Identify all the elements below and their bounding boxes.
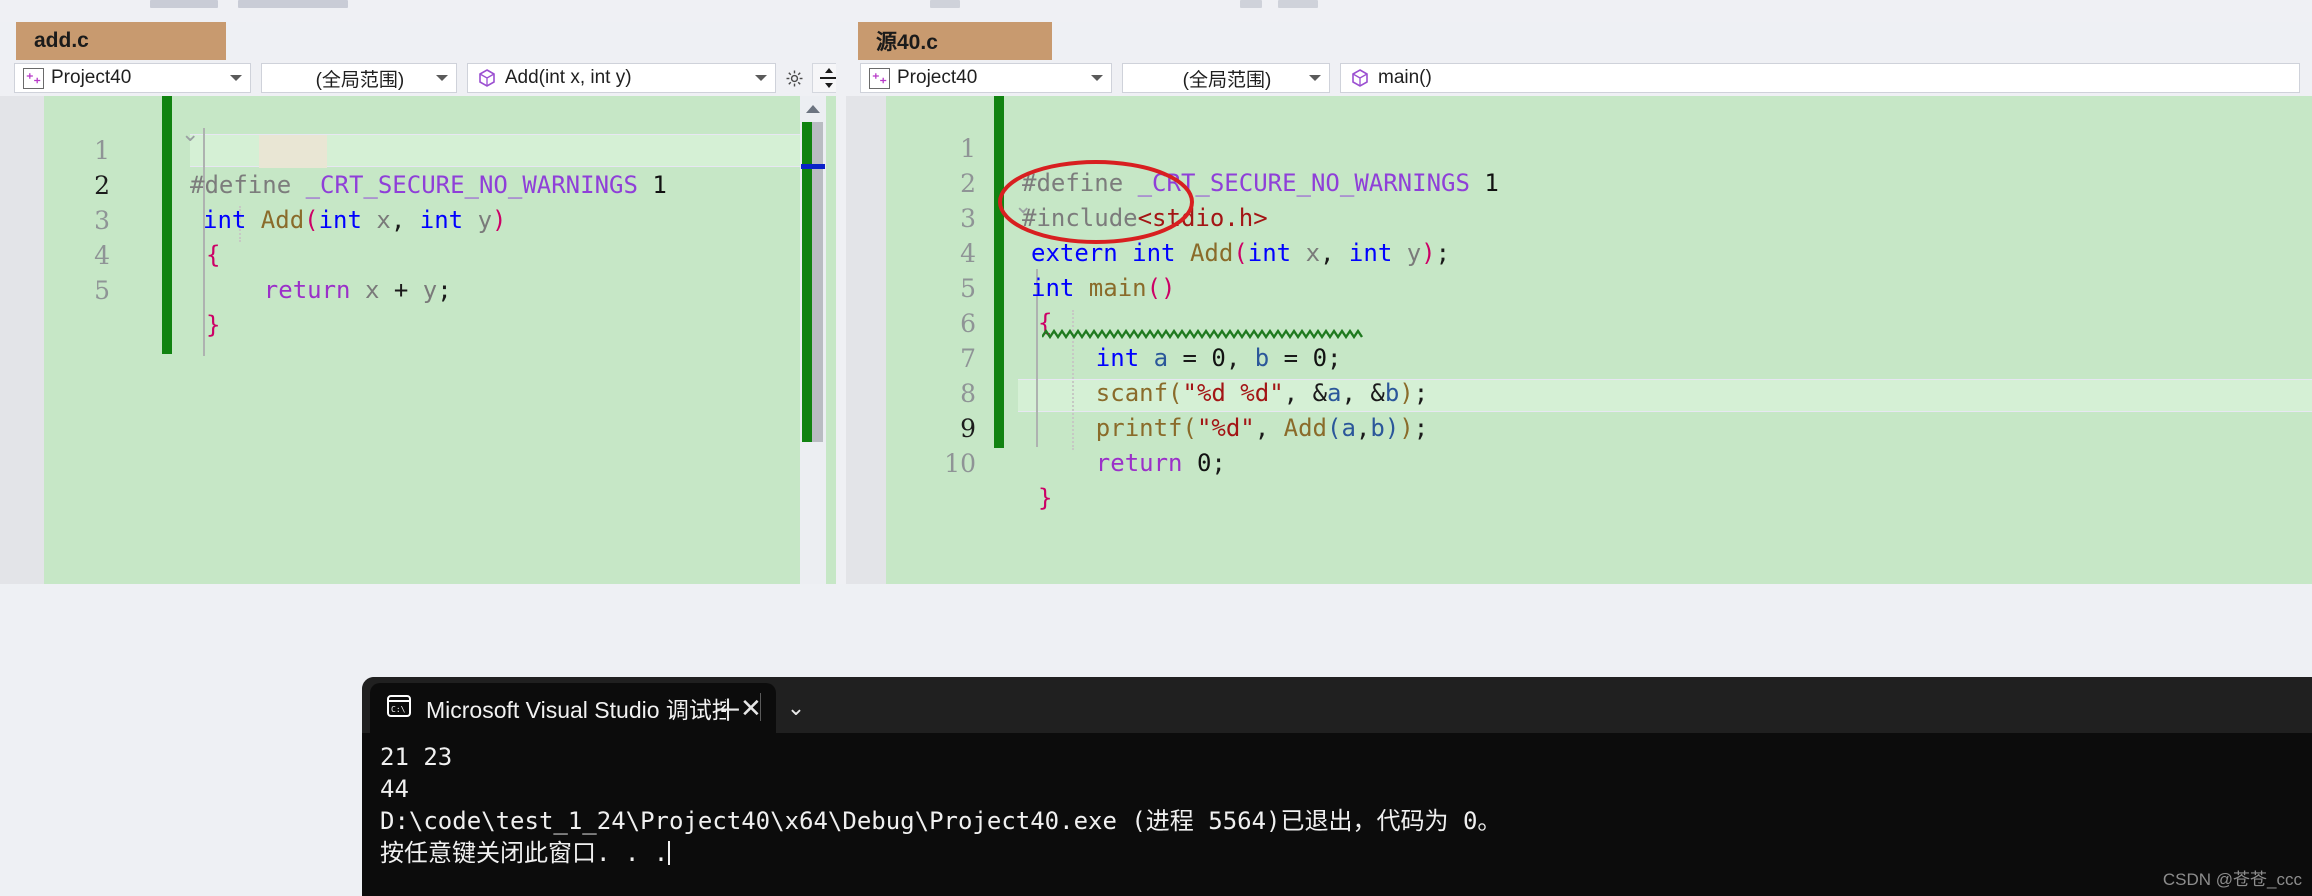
text-cursor: [668, 841, 671, 865]
chevron-down-icon: [230, 75, 243, 81]
svg-text:C:\: C:\: [391, 705, 406, 714]
left-scope-label: (全局范围): [315, 69, 405, 91]
code-line: 4 int main(): [846, 201, 2312, 302]
right-navigation-bar: ⁺₊ Project40 (全局范围) main(): [846, 60, 2312, 96]
line-content: return x + y;: [206, 276, 452, 304]
tab-add-c-label: add.c: [34, 29, 89, 52]
left-member-label: Add(int x, int y): [504, 67, 632, 88]
editor-pane-left: ⁺₊ Project40 (全局范围) Add(int x, int y) ⌄ …: [0, 60, 846, 584]
left-scope-dropdown[interactable]: (全局范围): [261, 63, 457, 93]
console-icon: C:\: [386, 693, 412, 724]
console-line: 按任意键关闭此窗口. . .: [380, 839, 669, 867]
toolbar-strip: [0, 0, 2312, 22]
code-line: 7 scanf("%d %d", &a, &b);: [846, 306, 2312, 407]
code-line: 2 #include<stdio.h>: [846, 131, 2312, 232]
left-navigation-bar: ⁺₊ Project40 (全局范围) Add(int x, int y): [0, 60, 846, 96]
console-titlebar: C:\ Microsoft Visual Studio 调试控 ✕ ＋ ⌄: [362, 677, 2312, 733]
code-line: 4 return x + y;: [0, 203, 846, 304]
code-line: 9 return 0;: [846, 376, 2312, 477]
console-window: C:\ Microsoft Visual Studio 调试控 ✕ ＋ ⌄ 21…: [362, 677, 2312, 896]
code-line: 1 #define _CRT_SECURE_NO_WARNINGS 1: [0, 98, 846, 199]
left-project-dropdown[interactable]: ⁺₊ Project40: [14, 63, 252, 93]
line-content: }: [1038, 484, 1053, 512]
right-project-dropdown[interactable]: ⁺₊ Project40: [860, 63, 1112, 93]
code-line: 3 {: [0, 168, 846, 269]
code-line: 1 #define _CRT_SECURE_NO_WARNINGS 1: [846, 96, 2312, 197]
line-content: return 0;: [1095, 449, 1226, 477]
code-line: 8 printf("%d", Add(a,b));: [846, 341, 2312, 442]
toolbar-ghost-5: [1278, 0, 1318, 8]
right-member-label: main(): [1378, 67, 1432, 88]
tab-source40-c-label: 源40.c: [876, 31, 938, 54]
tab-add-c[interactable]: add.c: [16, 22, 226, 60]
chevron-down-icon: [1309, 75, 1321, 81]
left-vertical-scrollbar[interactable]: [800, 96, 826, 584]
tab-source40-c[interactable]: 源40.c: [858, 22, 1052, 60]
gear-icon[interactable]: [780, 63, 808, 93]
right-scope-label: (全局范围): [1182, 69, 1272, 91]
console-output[interactable]: 21 23 44 D:\code\test_1_24\Project40\x64…: [362, 733, 2312, 896]
scrollbar-change-mark: [802, 122, 812, 442]
right-code-lines: 1 #define _CRT_SECURE_NO_WARNINGS 1 2 #i…: [846, 96, 2312, 584]
code-line: 2 int Add(int x, int y): [0, 133, 846, 234]
code-line: 10 }: [846, 411, 2312, 512]
pane-splitter[interactable]: [836, 60, 846, 584]
chevron-down-icon: [1091, 75, 1103, 81]
code-line: 5 {: [846, 236, 2312, 337]
right-member-dropdown[interactable]: main(): [1340, 63, 2300, 93]
left-project-label: Project40: [51, 67, 132, 88]
console-line-with-cursor: 按任意键关闭此窗口. . .: [380, 837, 2312, 869]
toolbar-ghost-4: [1240, 0, 1262, 8]
toolbar-ghost-2: [238, 0, 348, 8]
project-icon: ⁺₊: [869, 67, 890, 89]
toolbar-ghost-1: [150, 0, 218, 8]
plus-icon[interactable]: ＋: [708, 691, 748, 728]
tab-strip-background: [0, 22, 2312, 60]
line-content: }: [206, 311, 221, 339]
code-line: 6 int a = 0, b = 0;: [846, 271, 2312, 372]
right-project-label: Project40: [897, 67, 978, 88]
left-member-dropdown[interactable]: Add(int x, int y): [466, 63, 776, 93]
watermark: CSDN @苍苍_ccc: [2162, 870, 2302, 889]
right-code-area[interactable]: ⌄ 1 #define _CRT_SECURE_NO_WARNINGS 1 2 …: [846, 96, 2312, 584]
project-icon: ⁺₊: [23, 67, 44, 89]
method-cube-icon: [476, 67, 498, 89]
console-line: D:\code\test_1_24\Project40\x64\Debug\Pr…: [380, 807, 1502, 835]
code-line: 5 }: [0, 238, 846, 339]
chevron-down-icon: [435, 75, 448, 81]
method-cube-icon: [1349, 67, 1371, 89]
console-tab-title: Microsoft Visual Studio 调试控: [426, 697, 726, 723]
chevron-down-icon[interactable]: ⌄: [776, 691, 816, 725]
left-code-lines: 1 #define _CRT_SECURE_NO_WARNINGS 1 2 in…: [0, 96, 846, 584]
console-line: 21 23: [380, 743, 453, 771]
console-line: 44: [380, 775, 409, 803]
line-number: 10: [944, 449, 976, 478]
vs-window: add.c 源40.c ⁺₊ Project40 (全局范围) Add(int …: [0, 0, 2312, 896]
right-scope-dropdown[interactable]: (全局范围): [1122, 63, 1330, 93]
scrollbar-caret-mark: [801, 164, 825, 169]
scroll-up-icon[interactable]: [800, 98, 826, 120]
toolbar-ghost-3: [930, 0, 960, 8]
toolbar-separator: [760, 693, 761, 721]
line-number: 5: [94, 276, 110, 305]
code-line: 3 extern int Add(int x, int y);: [846, 166, 2312, 267]
chevron-down-icon: [755, 75, 767, 81]
editor-pane-right: ⁺₊ Project40 (全局范围) main() ⌄ 1 #define _…: [846, 60, 2312, 584]
left-code-area[interactable]: ⌄ 1 #define _CRT_SECURE_NO_WARNINGS 1 2 …: [0, 96, 846, 584]
